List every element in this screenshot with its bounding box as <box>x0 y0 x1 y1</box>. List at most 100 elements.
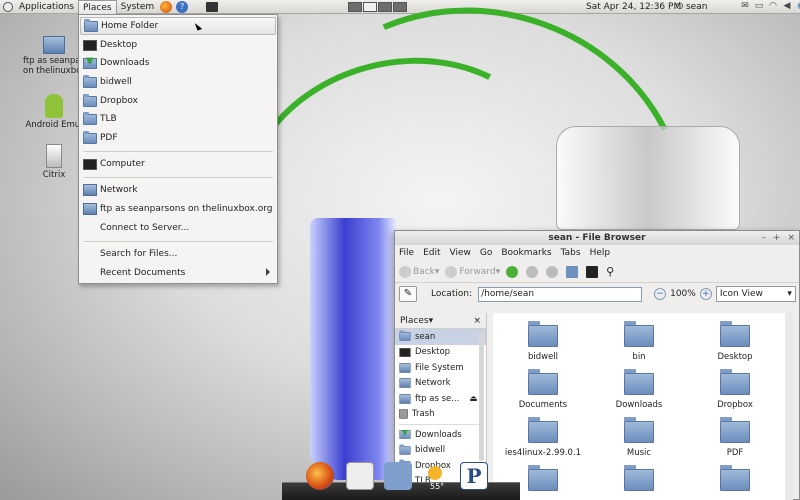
menu-item-tlb[interactable]: TLB <box>80 110 276 128</box>
menu-view[interactable]: View <box>450 248 471 258</box>
menu-item-home-folder[interactable]: Home Folder <box>80 17 276 35</box>
desktop-icon <box>399 347 411 357</box>
zoom-out-button[interactable]: − <box>654 288 667 300</box>
weather-dock-icon[interactable]: 55° <box>422 462 450 491</box>
file-item-ies4linux[interactable]: ies4linux-2.99.0.1 <box>498 417 588 458</box>
side-item-bidwell[interactable]: bidwell <box>395 443 486 459</box>
minimize-button[interactable]: – <box>761 231 766 245</box>
file-item-downloads[interactable]: Downloads <box>594 369 684 410</box>
side-item-ftp[interactable]: ftp as se... ⏏ <box>395 391 486 407</box>
view-mode-select[interactable]: Icon View <box>715 286 796 302</box>
weather-temperature: 55° <box>430 482 445 491</box>
help-launcher-icon[interactable]: ? <box>176 0 189 13</box>
menu-edit[interactable]: Edit <box>423 248 440 258</box>
file-view-scrollbar[interactable] <box>785 313 793 500</box>
music-folder-icon <box>624 417 654 443</box>
firefox-dock-icon[interactable] <box>306 462 334 490</box>
computer-button[interactable] <box>586 265 600 278</box>
edit-location-button[interactable]: ✎ <box>399 286 417 302</box>
maximize-button[interactable]: + <box>773 231 781 245</box>
folder-icon <box>83 111 97 125</box>
file-item-bin[interactable]: bin <box>594 321 684 362</box>
up-button[interactable] <box>506 265 520 278</box>
menu-item-label: Search for Files... <box>100 249 178 259</box>
forward-button[interactable]: Forward ▾ <box>445 265 500 278</box>
workspace-1[interactable] <box>348 2 362 12</box>
zoom-controls: − 100% + <box>654 288 712 300</box>
side-pane-close-button[interactable]: × <box>473 316 481 326</box>
menu-go[interactable]: Go <box>480 248 492 258</box>
menu-item-dropbox[interactable]: Dropbox <box>80 92 276 110</box>
window-titlebar[interactable]: sean - File Browser – + × <box>395 231 799 245</box>
file-item-dropbox[interactable]: Dropbox <box>690 369 780 410</box>
mail-icon[interactable]: ✉ <box>740 1 750 12</box>
side-pane-scrollbar[interactable] <box>479 331 484 461</box>
menu-file[interactable]: File <box>399 248 414 258</box>
menu-item-downloads[interactable]: Downloads <box>80 54 276 72</box>
file-item-partial-2[interactable] <box>594 465 684 496</box>
terminal-launcher-icon[interactable] <box>206 1 219 12</box>
text-editor-dock-icon[interactable] <box>346 462 374 490</box>
file-item-desktop[interactable]: Desktop <box>690 321 780 362</box>
back-button[interactable]: Back ▾ <box>399 265 439 278</box>
menu-help[interactable]: Help <box>590 248 611 258</box>
file-item-partial-3[interactable] <box>690 465 780 496</box>
side-item-label: Network <box>415 378 451 389</box>
menu-item-network[interactable]: Network <box>80 181 276 199</box>
menu-item-desktop[interactable]: Desktop <box>80 36 276 54</box>
firefox-launcher-icon[interactable] <box>160 0 173 13</box>
menu-item-connect-server[interactable]: Connect to Server... <box>80 219 276 237</box>
close-button[interactable]: × <box>787 231 795 245</box>
system-menu[interactable]: System <box>117 0 159 14</box>
side-item-sean[interactable]: sean <box>395 329 486 345</box>
menu-tabs[interactable]: Tabs <box>561 248 581 258</box>
home-folder-icon <box>399 330 411 342</box>
menu-item-computer[interactable]: Computer <box>80 155 276 173</box>
menu-item-pdf[interactable]: PDF <box>80 129 276 147</box>
applications-menu[interactable]: Applications <box>15 0 78 14</box>
stop-button[interactable] <box>526 265 540 278</box>
volume-icon[interactable]: ◀ <box>782 1 792 12</box>
menu-item-bidwell[interactable]: bidwell <box>80 73 276 91</box>
menu-bookmarks[interactable]: Bookmarks <box>501 248 551 258</box>
panel-clock[interactable]: Sat Apr 24, 12:36 PM <box>586 0 681 14</box>
user-menu[interactable]: ⏻ sean <box>676 0 707 14</box>
menu-item-recent-documents[interactable]: Recent Documents <box>80 264 276 282</box>
menu-item-label: Downloads <box>100 58 150 68</box>
workspace-3[interactable] <box>378 2 392 12</box>
workspace-4[interactable] <box>393 2 407 12</box>
eject-icon[interactable]: ⏏ <box>469 394 477 404</box>
workspace-2[interactable] <box>363 2 377 12</box>
menu-item-label: ftp as seanparsons on thelinuxbox.org <box>100 204 273 214</box>
places-menu[interactable]: Places <box>77 0 117 14</box>
reload-button[interactable] <box>546 265 560 278</box>
home-button[interactable] <box>566 265 580 278</box>
ubuntu-logo-icon[interactable] <box>3 1 13 12</box>
menu-item-search-files[interactable]: Search for Files... <box>80 245 276 263</box>
back-label: Back <box>413 266 435 277</box>
trash-icon <box>399 409 408 420</box>
wifi-icon[interactable]: ◠ <box>768 1 778 12</box>
workspace-switcher[interactable] <box>348 2 407 12</box>
side-item-network[interactable]: Network <box>395 376 486 392</box>
side-pane-title[interactable]: Places▾ <box>400 316 433 326</box>
side-item-downloads[interactable]: Downloads <box>395 427 486 443</box>
update-icon[interactable]: ◉ <box>796 1 800 12</box>
search-button[interactable]: ⚲ <box>606 265 614 278</box>
location-input[interactable]: /home/sean <box>478 286 643 302</box>
display-icon[interactable]: ▭ <box>754 1 764 12</box>
file-browser-window: sean - File Browser – + × File Edit View… <box>394 230 800 500</box>
zoom-in-button[interactable]: + <box>699 288 712 300</box>
file-item-documents[interactable]: Documents <box>498 369 588 410</box>
home-folder-icon <box>84 18 98 32</box>
side-item-trash[interactable]: Trash <box>395 407 486 423</box>
file-item-pdf[interactable]: PDF <box>690 417 780 458</box>
file-manager-dock-icon[interactable] <box>384 462 412 490</box>
file-item-music[interactable]: Music <box>594 417 684 458</box>
side-item-desktop[interactable]: Desktop <box>395 345 486 361</box>
folder-icon <box>399 444 411 455</box>
file-item-bidwell[interactable]: bidwell <box>498 321 588 362</box>
pandora-dock-icon[interactable]: P <box>460 462 488 490</box>
side-item-file-system[interactable]: File System <box>395 360 486 376</box>
menu-item-ftp[interactable]: ftp as seanparsons on thelinuxbox.org <box>80 200 276 218</box>
